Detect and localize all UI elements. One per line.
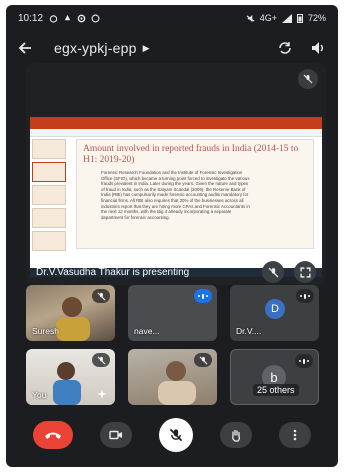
participant-tile-drv[interactable]: D Dr.V.... (230, 285, 319, 341)
participant-tile-you[interactable]: You (26, 349, 115, 405)
audio-level-icon (197, 293, 209, 299)
camera-button[interactable] (100, 422, 133, 448)
mic-off-icon (169, 428, 183, 442)
presenter-mic-off-button[interactable] (262, 261, 284, 283)
meeting-code[interactable]: egx-ypkj-epp (54, 40, 137, 56)
raise-hand-button[interactable] (219, 422, 252, 448)
slide-thumbnail (32, 185, 66, 205)
participant-tile-others[interactable]: b 25 others (230, 349, 319, 405)
speaking-indicator (194, 289, 212, 303)
meet-app-screen: 10:12 4G+ 72% egx-ypkj-epp ▶ Amount invo… (6, 5, 338, 467)
fullscreen-button[interactable] (294, 261, 316, 283)
powerpoint-toolbar (30, 129, 322, 137)
audio-indicator (296, 289, 314, 303)
more-options-button[interactable] (278, 422, 311, 448)
mic-off-indicator (194, 353, 212, 367)
status-bar: 10:12 4G+ 72% (6, 5, 338, 31)
participant-tile-suresh[interactable]: Suresh (26, 285, 115, 341)
current-slide: Amount involved in reported frauds in In… (76, 139, 314, 249)
avatar: D (265, 299, 285, 319)
mic-off-indicator (92, 353, 110, 367)
powerpoint-ribbon (30, 117, 322, 129)
battery-percent: 72% (307, 13, 326, 23)
mic-off-indicator (298, 69, 318, 89)
presenter-bar: Dr.V.Vasudha Thakur is presenting (26, 259, 326, 285)
end-call-button[interactable] (33, 421, 74, 449)
participant-tile-video[interactable] (128, 349, 217, 405)
slide-thumbnail (32, 231, 66, 251)
mic-off-icon (268, 267, 278, 277)
call-controls (6, 415, 338, 455)
audio-level-icon (298, 358, 310, 364)
microphone-button[interactable] (158, 418, 193, 452)
participant-name: Dr.V.... (236, 326, 262, 336)
effects-sparkle-icon[interactable] (97, 389, 107, 399)
presenter-label: Dr.V.Vasudha Thakur is presenting (36, 266, 190, 278)
status-right: 4G+ 72% (246, 13, 326, 23)
mic-off-icon (199, 356, 207, 364)
mic-off-icon (97, 292, 105, 300)
participant-name: nave... (134, 326, 160, 336)
hang-up-icon (45, 432, 62, 439)
participant-name: Suresh (32, 326, 59, 336)
presentation-stage[interactable]: Amount involved in reported frauds in In… (26, 63, 326, 285)
mic-off-icon (303, 74, 313, 84)
slide-thumbnails (32, 139, 70, 267)
mic-off-indicator (92, 289, 110, 303)
meeting-header: egx-ypkj-epp ▶ (6, 33, 338, 63)
shared-screen: Amount involved in reported frauds in In… (30, 117, 322, 277)
battery-icon (296, 14, 303, 23)
speaker-icon[interactable] (311, 41, 326, 55)
slide-body: Forensic Research Foundation and the Ins… (101, 170, 250, 220)
fullscreen-icon (299, 266, 311, 278)
back-arrow-icon[interactable] (18, 41, 32, 55)
others-count: 25 others (253, 384, 299, 396)
mic-off-icon (97, 356, 105, 364)
signal-icon (281, 13, 292, 23)
slide-thumbnail (32, 139, 66, 159)
alarm-icon (49, 14, 58, 23)
slide-thumbnail (32, 162, 66, 182)
audio-indicator (295, 354, 313, 368)
status-time: 10:12 (18, 12, 44, 24)
status-notification-icons (49, 14, 100, 23)
settings-icon (77, 14, 86, 22)
audio-level-icon (299, 293, 311, 299)
network-label: 4G+ (259, 13, 277, 23)
mute-status-icon (246, 14, 255, 22)
whatsapp-icon (91, 14, 100, 22)
slide-thumbnail (32, 208, 66, 228)
video-camera-icon (109, 430, 123, 440)
more-vert-icon (293, 429, 296, 441)
switch-camera-icon[interactable] (277, 41, 293, 55)
participant-tile-nave[interactable]: nave... (128, 285, 217, 341)
participant-name: You (32, 390, 47, 400)
chevron-right-icon[interactable]: ▶ (143, 43, 150, 54)
notification-icon (64, 14, 71, 20)
raise-hand-icon (231, 429, 240, 442)
slide-title: Amount involved in reported frauds in In… (83, 144, 299, 165)
